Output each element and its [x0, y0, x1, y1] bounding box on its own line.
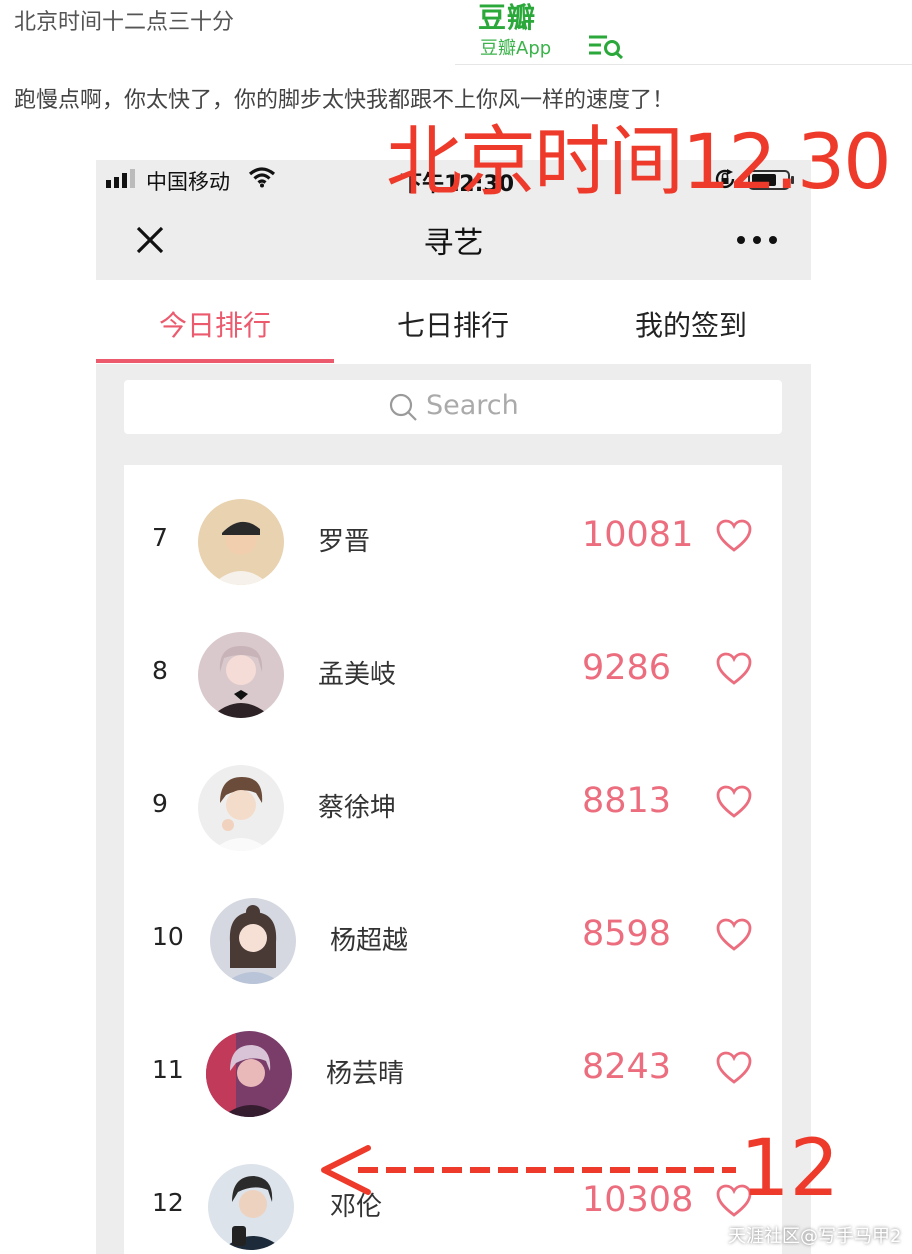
- carrier-label: 中国移动: [146, 170, 230, 194]
- avatar: [198, 632, 284, 718]
- heart-icon[interactable]: [716, 519, 752, 553]
- douban-app-link[interactable]: 豆瓣App: [480, 34, 551, 60]
- search-placeholder: Search: [426, 390, 519, 421]
- vote-count: 8243: [582, 1047, 672, 1087]
- vote-count: 9286: [582, 648, 672, 688]
- vote-count: 8598: [582, 914, 672, 954]
- active-tab-indicator: [96, 359, 334, 363]
- artist-name: 蔡徐坤: [318, 793, 397, 823]
- tab-today-ranking[interactable]: 今日排行: [96, 304, 334, 344]
- douban-logo[interactable]: 豆瓣: [478, 0, 536, 36]
- phone-screenshot: 中国移动 下午12:30 寻艺 今日排行 七日排行 我的签到 Search 7 …: [96, 160, 811, 1254]
- avatar: [208, 1164, 294, 1250]
- artist-name: 罗晋: [318, 527, 371, 557]
- vote-count: 10081: [582, 515, 694, 555]
- ranking-row[interactable]: 10 杨超越 8598: [124, 874, 782, 1007]
- ranking-row[interactable]: 9 蔡徐坤 8813: [124, 741, 782, 874]
- header-divider: [455, 64, 912, 65]
- avatar: [206, 1031, 292, 1117]
- post-title: 北京时间十二点三十分: [14, 10, 235, 35]
- avatar: [210, 898, 296, 984]
- vote-count: 8813: [582, 781, 672, 821]
- avatar: [198, 499, 284, 585]
- wifi-icon: [248, 167, 276, 188]
- artist-name: 孟美岐: [318, 660, 397, 690]
- heart-icon[interactable]: [716, 652, 752, 686]
- ranking-tabs: 今日排行 七日排行 我的签到: [96, 280, 811, 364]
- annotation-rank-marker: 12: [740, 1124, 840, 1214]
- rank-number: 7: [152, 523, 168, 552]
- rank-number: 8: [152, 656, 168, 685]
- search-input[interactable]: Search: [124, 380, 782, 434]
- nav-bar: 寻艺: [96, 200, 811, 280]
- page-title: 寻艺: [423, 226, 484, 261]
- heart-icon[interactable]: [716, 918, 752, 952]
- annotation-headline: 北京时间12.30: [386, 117, 892, 206]
- artist-name: 杨超越: [330, 926, 409, 956]
- rank-number: 10: [152, 922, 184, 951]
- avatar: [198, 765, 284, 851]
- signal-icon: [106, 169, 135, 188]
- rank-number: 11: [152, 1055, 184, 1084]
- rank-number: 12: [152, 1188, 184, 1217]
- ranking-row[interactable]: 8 孟美岐 9286: [124, 608, 782, 741]
- tab-my-checkin[interactable]: 我的签到: [572, 304, 810, 344]
- search-icon: [389, 393, 417, 421]
- dashed-arrow-annotation: [321, 1145, 736, 1195]
- rank-number: 9: [152, 789, 168, 818]
- ranking-row[interactable]: 7 罗晋 10081: [124, 475, 782, 608]
- ranking-list: 7 罗晋 10081 8 孟美岐 9286 9 蔡徐坤 8813 10 杨超越 …: [124, 465, 782, 1254]
- watermark: 天涯社区@写手马甲2: [728, 1226, 902, 1247]
- tab-seven-day-ranking[interactable]: 七日排行: [334, 304, 572, 344]
- ranking-row[interactable]: 11 杨芸晴 8243: [124, 1007, 782, 1140]
- more-options-icon[interactable]: [734, 222, 780, 258]
- artist-name: 杨芸晴: [326, 1059, 405, 1089]
- heart-icon[interactable]: [716, 1051, 752, 1085]
- heart-icon[interactable]: [716, 785, 752, 819]
- menu-search-icon[interactable]: [587, 32, 625, 60]
